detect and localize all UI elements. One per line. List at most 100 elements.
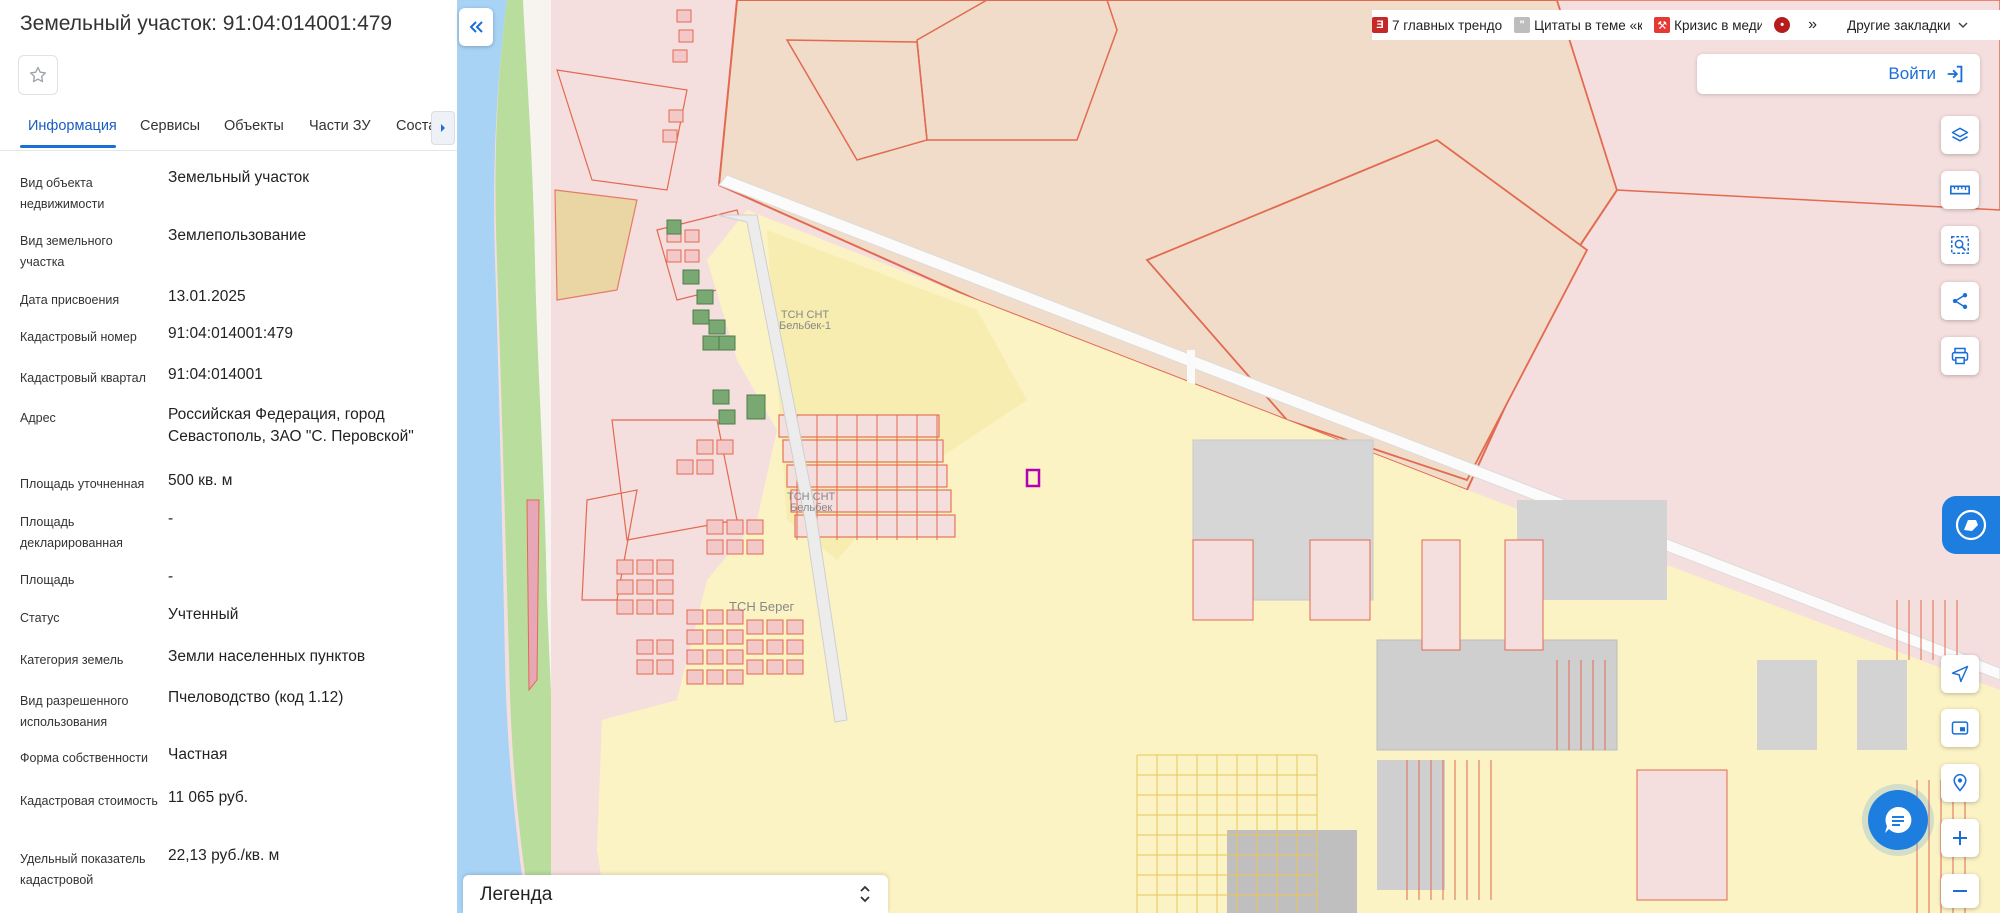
expand-toggle-icon[interactable]	[858, 884, 872, 904]
bookmark-quote-icon: "	[1514, 17, 1531, 33]
property-label: Категория земель	[20, 653, 124, 667]
print-button[interactable]	[1941, 337, 1979, 375]
pink-parcel	[1636, 769, 1728, 901]
cadastral-map[interactable]: ТСН СНТ Бельбек-1 ТСН СНТ Бельбек ТСН Бе…	[457, 0, 2000, 913]
property-label: Удельный показатель кадастровой	[20, 852, 146, 887]
bookmark-item[interactable]: ⚒ Кризис в меди	[1654, 17, 1762, 33]
property-label: Дата присвоения	[20, 293, 120, 307]
area-select-button[interactable]	[1941, 226, 1979, 264]
property-value: -	[168, 568, 174, 585]
property-value: Российская Федерация, город Севастополь,…	[168, 406, 414, 445]
tab-land-parts[interactable]: Части ЗУ	[309, 118, 371, 134]
property-value: 22,13 руб./кв. м	[168, 847, 280, 864]
grey-zone-5	[1857, 660, 1907, 750]
tab-information[interactable]: Информация	[28, 118, 117, 134]
feedback-button[interactable]	[1942, 496, 2000, 554]
bookmark-label: 7 главных трендо	[1392, 17, 1503, 33]
tab-services[interactable]: Сервисы	[140, 118, 200, 134]
bookmark-label: Кризис в меди	[1674, 17, 1763, 33]
bookmark-hammer-icon: ⚒	[1654, 17, 1671, 33]
bookmark-e-icon: Ǝ	[1372, 17, 1388, 33]
minimap-button[interactable]	[1941, 709, 1979, 747]
login-bar[interactable]: Войти	[1697, 54, 1980, 94]
map-label-line: Бельбек	[790, 502, 833, 514]
chat-button[interactable]	[1868, 790, 1928, 850]
plus-icon	[1953, 831, 1967, 845]
legend-label: Легенда	[480, 884, 553, 905]
grey-zone-6	[1377, 760, 1445, 890]
bookmark-item[interactable]: Ǝ 7 главных трендо	[1372, 17, 1502, 33]
property-value: Частная	[168, 746, 228, 763]
chat-icon	[1885, 806, 1912, 833]
property-value: 500 кв. м	[168, 472, 233, 489]
area-select-icon	[1951, 236, 1969, 254]
zoom-in-button[interactable]	[1941, 819, 1979, 857]
property-label: Кадастровый номер	[20, 330, 137, 344]
minus-icon	[1953, 890, 1967, 892]
minimap-icon	[1951, 721, 1969, 735]
share-button[interactable]	[1941, 282, 1979, 320]
bookmark-item[interactable]: •	[1774, 17, 1794, 33]
property-value: Учтенный	[168, 606, 239, 623]
more-bookmarks-button[interactable]: »	[1808, 16, 1817, 34]
panel-title: Земельный участок: 91:04:014001:479	[20, 12, 393, 35]
property-label: Кадастровый квартал	[20, 371, 146, 385]
layers-button[interactable]	[1941, 116, 1979, 154]
map-canvas[interactable]	[457, 0, 2000, 913]
property-value: Земли населенных пунктов	[168, 648, 366, 665]
double-chevron-left-icon	[469, 21, 483, 33]
property-label: Площадь декларированная	[20, 515, 123, 550]
collapse-panel-button[interactable]	[459, 8, 493, 46]
my-location-button[interactable]	[1941, 655, 1979, 693]
legend-bar[interactable]: Легенда	[463, 875, 888, 913]
property-value: 91:04:014001	[168, 366, 263, 383]
property-label: Вид разрешенного использования	[20, 694, 129, 729]
favorite-button[interactable]	[18, 55, 58, 95]
bookmark-label: Цитаты в теме «к	[1534, 17, 1643, 33]
property-value: 13.01.2025	[168, 288, 246, 305]
bookmarks-bar: Ǝ 7 главных трендо " Цитаты в теме «к ⚒ …	[1372, 10, 2000, 40]
chevron-right-icon	[441, 124, 445, 132]
feedback-icon	[1955, 509, 1987, 541]
property-label: Площадь уточненная	[20, 477, 145, 491]
bookmark-circle-icon: •	[1774, 17, 1791, 33]
layers-icon	[1951, 127, 1969, 142]
west-thin-parcel	[526, 499, 540, 692]
bookmark-item[interactable]: " Цитаты в теме «к	[1514, 17, 1642, 33]
login-icon	[1947, 65, 1963, 83]
property-label: Статус	[20, 611, 60, 625]
navigation-arrow-icon	[1951, 665, 1969, 683]
tab-objects[interactable]: Объекты	[224, 118, 284, 134]
star-icon	[30, 66, 46, 83]
share-icon	[1952, 293, 1968, 309]
property-label: Форма собственности	[20, 751, 148, 765]
property-label: Адрес	[20, 411, 56, 425]
tabs-scroll-right-button[interactable]	[431, 111, 455, 145]
measure-button[interactable]	[1941, 171, 1979, 209]
map-label-tsn-belbek1: ТСН СНТ Бельбек-1	[779, 310, 831, 332]
property-value: Пчеловодство (код 1.12)	[168, 689, 344, 706]
active-tab-indicator	[20, 145, 116, 148]
zoom-out-button[interactable]	[1941, 874, 1979, 908]
info-panel: Земельный участок: 91:04:014001:479 Инфо…	[0, 0, 457, 913]
property-value: 91:04:014001:479	[168, 325, 293, 342]
other-bookmarks[interactable]: Другие закладки	[1847, 18, 1968, 33]
pink-parcel	[1309, 539, 1371, 621]
property-value: -	[168, 510, 174, 527]
map-label-tsn-belbek: ТСН СНТ Бельбек	[787, 492, 835, 514]
print-icon	[1951, 347, 1969, 365]
other-bookmarks-label: Другие закладки	[1847, 17, 1951, 33]
grey-zone-7	[1227, 830, 1357, 913]
property-label: Площадь	[20, 573, 75, 587]
panel-tabs: Информация Сервисы Объекты Части ЗУ Сост…	[0, 108, 457, 151]
pink-parcel	[1421, 539, 1461, 651]
pink-parcel	[1504, 539, 1544, 651]
geo-search-button[interactable]	[1941, 764, 1979, 802]
chevron-down-icon	[1957, 22, 1968, 29]
property-value: Землепользование	[168, 227, 307, 244]
map-label-tsn-bereg: ТСН Берег	[729, 599, 795, 614]
login-label[interactable]: Войти	[1888, 64, 1936, 84]
pink-parcel	[1192, 539, 1254, 621]
property-label: Вид земельного участка	[20, 234, 113, 269]
location-pin-icon	[1953, 773, 1967, 792]
